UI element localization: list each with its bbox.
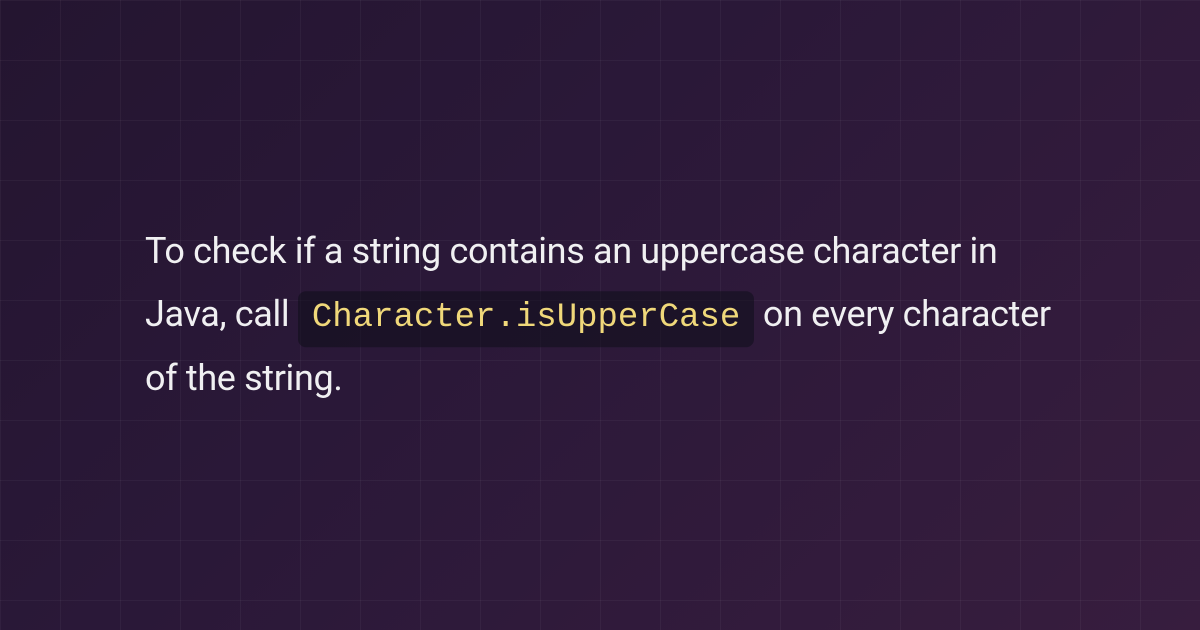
main-paragraph: To check if a string contains an upperca… xyxy=(145,220,1055,410)
inline-code: Character.isUpperCase xyxy=(298,291,754,347)
